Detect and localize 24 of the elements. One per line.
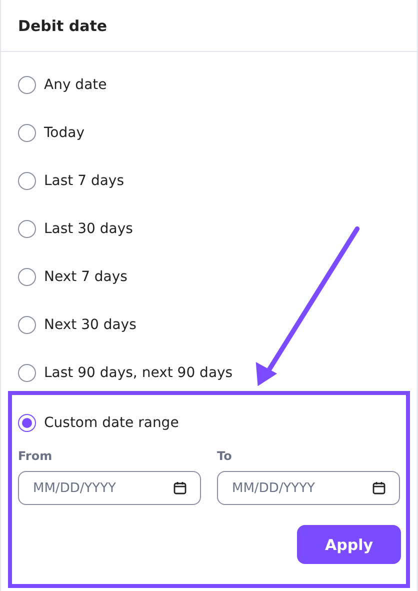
- field-label: To: [217, 449, 233, 463]
- calendar-icon: [372, 481, 386, 495]
- radio-button[interactable]: [18, 268, 36, 286]
- radio-button[interactable]: [18, 364, 36, 382]
- date-field[interactable]: MM/DD/YYYY: [18, 471, 201, 505]
- radio-option[interactable]: Next 30 days: [1, 301, 417, 349]
- radio-option[interactable]: Any date: [1, 61, 417, 109]
- radio-option[interactable]: Last 30 days: [1, 205, 417, 253]
- calendar-icon: [173, 481, 187, 495]
- radio-option[interactable]: Today: [1, 109, 417, 157]
- date-field[interactable]: MM/DD/YYYY: [217, 471, 400, 505]
- radio-button[interactable]: [18, 124, 36, 142]
- radio-option[interactable]: Last 7 days: [1, 157, 417, 205]
- radio-button[interactable]: [18, 76, 36, 94]
- panel-title: Debit date: [18, 16, 108, 34]
- radio-option[interactable]: Custom date range: [12, 397, 406, 449]
- radio-button[interactable]: [18, 316, 36, 334]
- radio-button[interactable]: [18, 414, 36, 432]
- field-label: From: [18, 449, 54, 463]
- radio-button[interactable]: [18, 220, 36, 238]
- radio-button[interactable]: [18, 172, 36, 190]
- apply-button[interactable]: Apply: [297, 525, 401, 564]
- radio-option[interactable]: Last 90 days, next 90 days: [1, 349, 417, 397]
- radio-option[interactable]: Next 7 days: [1, 253, 417, 301]
